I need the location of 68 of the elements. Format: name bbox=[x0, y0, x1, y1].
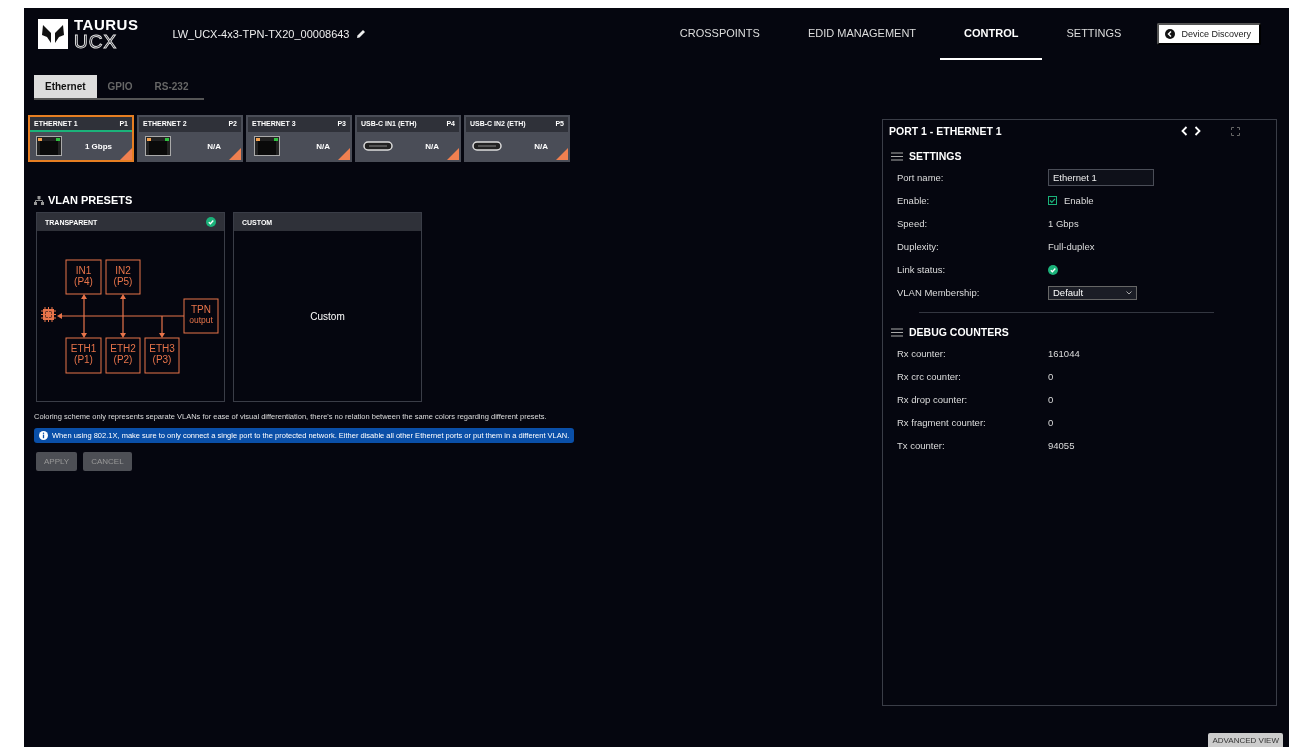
field-label: Link status: bbox=[897, 264, 947, 275]
ethernet-port-icon bbox=[145, 136, 171, 156]
chevron-down-icon bbox=[1126, 290, 1132, 295]
nav-tab[interactable]: CONTROL bbox=[940, 8, 1043, 60]
field-value: 161044 bbox=[1048, 348, 1080, 359]
field-label: Duplexity: bbox=[897, 241, 940, 252]
advanced-view-button[interactable]: ADVANCED VIEW bbox=[1208, 733, 1283, 747]
field-label: Rx counter: bbox=[897, 348, 947, 359]
corner-marker bbox=[556, 148, 568, 160]
field-value: Full-duplex bbox=[1048, 241, 1095, 252]
network-icon bbox=[34, 195, 44, 205]
diagram-node: ETH3 (P3) bbox=[144, 337, 180, 374]
diagram-node: IN2 (P5) bbox=[105, 259, 141, 295]
nav-tab[interactable]: CROSSPOINTS bbox=[655, 8, 784, 60]
diagram-node: ETH1 (P1) bbox=[65, 337, 102, 374]
field-label: Speed: bbox=[897, 218, 929, 229]
field-label: Rx crc counter: bbox=[897, 371, 962, 382]
sub-tab[interactable]: GPIO bbox=[96, 75, 144, 98]
vlan-dropdown[interactable]: Default bbox=[1048, 285, 1137, 300]
nav-tab[interactable]: EDID MANAGEMENT bbox=[783, 8, 941, 60]
section-title: VLAN PRESETS bbox=[48, 194, 133, 206]
back-arrow-icon bbox=[1165, 29, 1176, 39]
diagram-node: IN1 (P4) bbox=[65, 259, 102, 295]
field-value: 0 bbox=[1048, 371, 1054, 382]
preset-label: Custom bbox=[310, 310, 345, 322]
section-title: DEBUG COUNTERS bbox=[909, 326, 1009, 338]
expand-icon[interactable] bbox=[1231, 126, 1240, 136]
logo-text: TAURUS bbox=[74, 17, 139, 32]
ethernet-port-icon bbox=[36, 136, 62, 156]
port-speed: N/A bbox=[425, 141, 439, 151]
field-label: Enable: bbox=[897, 195, 931, 206]
bull-logo-icon bbox=[38, 19, 68, 49]
field-label: Port name: bbox=[897, 172, 945, 183]
field-value: 94055 bbox=[1048, 440, 1075, 451]
processor-icon bbox=[40, 306, 57, 323]
field-label: Rx fragment counter: bbox=[897, 417, 987, 428]
field-label: VLAN Membership: bbox=[897, 287, 981, 298]
sliders-icon bbox=[891, 327, 903, 337]
sub-tab[interactable]: RS-232 bbox=[143, 75, 200, 98]
section-title: SETTINGS bbox=[909, 150, 962, 162]
ethernet-port-icon bbox=[254, 136, 280, 156]
port-speed: N/A bbox=[534, 141, 548, 151]
field-label: Tx counter: bbox=[897, 440, 946, 451]
chevron-right-icon[interactable] bbox=[1194, 126, 1201, 136]
sliders-icon bbox=[891, 151, 903, 161]
usb-c-port-icon bbox=[363, 141, 393, 151]
usb-c-port-icon bbox=[472, 141, 502, 151]
panel-title: PORT 1 - ETHERNET 1 bbox=[889, 125, 1002, 137]
checkbox-icon bbox=[1048, 196, 1057, 205]
chevron-left-icon[interactable] bbox=[1181, 126, 1188, 136]
info-icon bbox=[39, 431, 48, 440]
device-discovery-button[interactable]: Device Discovery bbox=[1157, 23, 1261, 45]
field-value: 0 bbox=[1048, 394, 1054, 405]
sub-tab[interactable]: Ethernet bbox=[34, 75, 97, 98]
diagram-node: TPN output bbox=[183, 298, 219, 334]
port-speed: N/A bbox=[316, 141, 330, 151]
pencil-icon bbox=[355, 29, 366, 39]
field-label: Rx drop counter: bbox=[897, 394, 969, 405]
enable-checkbox[interactable]: Enable bbox=[1048, 195, 1270, 206]
device-name[interactable]: LW_UCX-4x3-TPN-TX20_00008643 bbox=[168, 25, 370, 43]
logo-text: UCX bbox=[74, 32, 119, 51]
nav-tab[interactable]: SETTINGS bbox=[1042, 8, 1146, 60]
port-name-field[interactable]: Ethernet 1 bbox=[1048, 169, 1154, 186]
field-value: 0 bbox=[1048, 417, 1054, 428]
diagram-node: ETH2 (P2) bbox=[105, 337, 141, 374]
field-value: 1 Gbps bbox=[1048, 218, 1079, 229]
port-speed: 1 Gbps bbox=[84, 141, 112, 151]
port-speed: N/A bbox=[207, 141, 221, 151]
